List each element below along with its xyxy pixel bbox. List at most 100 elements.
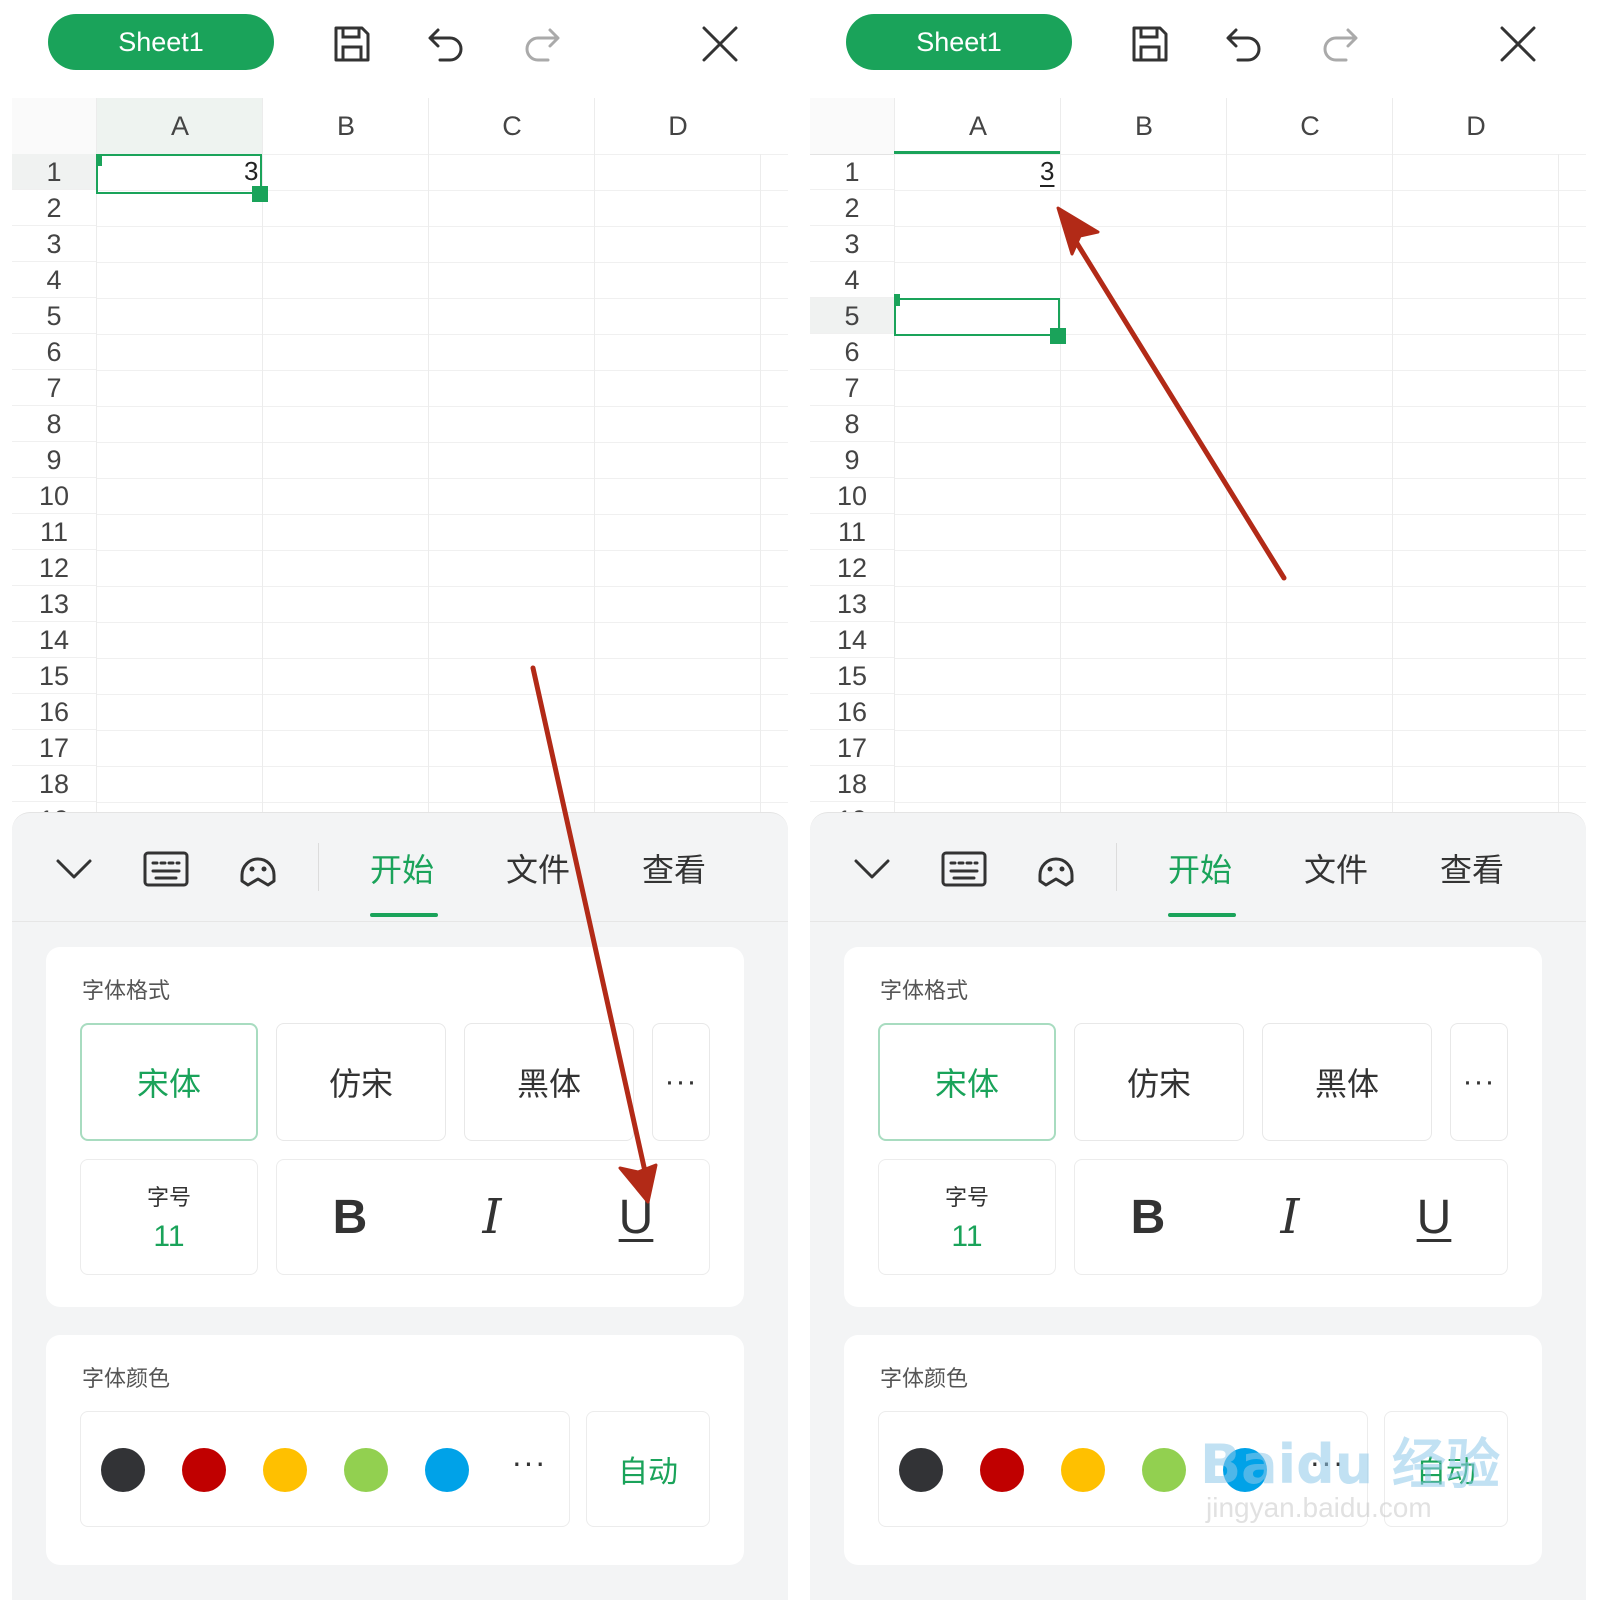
assistant-face-icon[interactable] [1030, 843, 1082, 895]
row-header[interactable]: 13 [12, 586, 96, 622]
tab-start[interactable]: 开始 [1168, 845, 1232, 891]
bold-button[interactable]: B [295, 1182, 405, 1252]
row-header[interactable]: 5 [810, 298, 894, 334]
row-header[interactable]: 16 [810, 694, 894, 730]
underline-button[interactable]: U [581, 1182, 691, 1252]
auto-color-button[interactable]: 自动 [586, 1411, 710, 1527]
keyboard-icon[interactable] [140, 843, 192, 895]
color-swatch-green[interactable] [1142, 1448, 1186, 1492]
chevron-down-icon[interactable] [48, 843, 100, 895]
column-header-a[interactable]: A [894, 98, 1061, 154]
color-swatch-black[interactable] [899, 1448, 943, 1492]
color-swatch-red[interactable] [980, 1448, 1024, 1492]
tab-view[interactable]: 查看 [1440, 845, 1504, 891]
row-header[interactable]: 17 [810, 730, 894, 766]
selection-start-handle[interactable] [96, 154, 102, 166]
sheet-name-button[interactable]: Sheet1 [846, 14, 1072, 70]
underline-button[interactable]: U [1379, 1182, 1489, 1252]
row-header[interactable]: 9 [12, 442, 96, 478]
italic-button[interactable]: I [1235, 1182, 1345, 1252]
cell-area[interactable]: 3 [894, 154, 1586, 838]
color-swatch-black[interactable] [101, 1448, 145, 1492]
column-header-d[interactable]: D [1392, 98, 1559, 154]
row-header[interactable]: 3 [12, 226, 96, 262]
cell-a1-value[interactable]: 3 [1040, 156, 1054, 187]
font-fangsong-button[interactable]: 仿宋 [276, 1023, 446, 1141]
color-swatch-blue[interactable] [425, 1448, 469, 1492]
fill-handle[interactable] [252, 186, 268, 202]
row-header[interactable]: 3 [810, 226, 894, 262]
row-header[interactable]: 9 [810, 442, 894, 478]
row-header[interactable]: 14 [810, 622, 894, 658]
font-songti-button[interactable]: 宋体 [80, 1023, 258, 1141]
row-header[interactable]: 1 [12, 154, 96, 190]
grid-corner[interactable] [12, 98, 96, 154]
column-header-b[interactable]: B [262, 98, 429, 154]
column-header-d[interactable]: D [594, 98, 761, 154]
row-header[interactable]: 4 [12, 262, 96, 298]
more-fonts-button[interactable]: ··· [1450, 1023, 1508, 1141]
row-header[interactable]: 8 [12, 406, 96, 442]
row-header[interactable]: 8 [810, 406, 894, 442]
row-header[interactable]: 12 [12, 550, 96, 586]
tab-view[interactable]: 查看 [642, 845, 706, 891]
tab-start[interactable]: 开始 [370, 845, 434, 891]
italic-button[interactable]: I [437, 1182, 547, 1252]
spreadsheet-grid[interactable]: A B C D 1 2 3 4 5 6 7 8 9 10 11 12 13 14… [12, 98, 788, 838]
column-header-a[interactable]: A [96, 98, 263, 154]
close-icon[interactable] [696, 20, 744, 68]
save-icon[interactable] [1126, 20, 1174, 68]
color-swatch-yellow[interactable] [1061, 1448, 1105, 1492]
fill-handle[interactable] [1050, 328, 1066, 344]
row-header[interactable]: 18 [12, 766, 96, 802]
sheet-name-button[interactable]: Sheet1 [48, 14, 274, 70]
keyboard-icon[interactable] [938, 843, 990, 895]
chevron-down-icon[interactable] [846, 843, 898, 895]
row-header[interactable]: 15 [12, 658, 96, 694]
bold-button[interactable]: B [1093, 1182, 1203, 1252]
column-header-c[interactable]: C [1226, 98, 1393, 154]
more-colors-button[interactable]: ··· [506, 1442, 552, 1492]
save-icon[interactable] [328, 20, 376, 68]
row-header[interactable]: 13 [810, 586, 894, 622]
close-icon[interactable] [1494, 20, 1542, 68]
tab-file[interactable]: 文件 [1304, 845, 1368, 891]
row-header[interactable]: 11 [12, 514, 96, 550]
selection-start-handle[interactable] [894, 294, 900, 306]
cell-area[interactable]: 3 [96, 154, 788, 838]
undo-icon[interactable] [1220, 20, 1268, 68]
font-size-button[interactable]: 字号 11 [80, 1159, 258, 1275]
row-header[interactable]: 7 [810, 370, 894, 406]
color-swatch-green[interactable] [344, 1448, 388, 1492]
row-header[interactable]: 16 [12, 694, 96, 730]
undo-icon[interactable] [422, 20, 470, 68]
redo-icon[interactable] [1316, 20, 1364, 68]
column-header-b[interactable]: B [1060, 98, 1227, 154]
color-swatch-yellow[interactable] [263, 1448, 307, 1492]
row-header[interactable]: 7 [12, 370, 96, 406]
row-header[interactable]: 6 [810, 334, 894, 370]
color-swatch-red[interactable] [182, 1448, 226, 1492]
font-size-button[interactable]: 字号 11 [878, 1159, 1056, 1275]
grid-corner[interactable] [810, 98, 894, 154]
column-header-c[interactable]: C [428, 98, 595, 154]
tab-file[interactable]: 文件 [506, 845, 570, 891]
redo-icon[interactable] [518, 20, 566, 68]
more-fonts-button[interactable]: ··· [652, 1023, 710, 1141]
font-heiti-button[interactable]: 黑体 [464, 1023, 634, 1141]
row-header[interactable]: 5 [12, 298, 96, 334]
row-header[interactable]: 6 [12, 334, 96, 370]
row-header[interactable]: 15 [810, 658, 894, 694]
row-header[interactable]: 4 [810, 262, 894, 298]
row-header[interactable]: 1 [810, 154, 894, 190]
row-header[interactable]: 18 [810, 766, 894, 802]
font-fangsong-button[interactable]: 仿宋 [1074, 1023, 1244, 1141]
row-header[interactable]: 2 [12, 190, 96, 226]
row-header[interactable]: 10 [12, 478, 96, 514]
row-header[interactable]: 12 [810, 550, 894, 586]
assistant-face-icon[interactable] [232, 843, 284, 895]
spreadsheet-grid[interactable]: A B C D 1 2 3 4 5 6 7 8 9 10 11 12 13 14… [810, 98, 1586, 838]
row-header[interactable]: 11 [810, 514, 894, 550]
row-header[interactable]: 10 [810, 478, 894, 514]
row-header[interactable]: 14 [12, 622, 96, 658]
